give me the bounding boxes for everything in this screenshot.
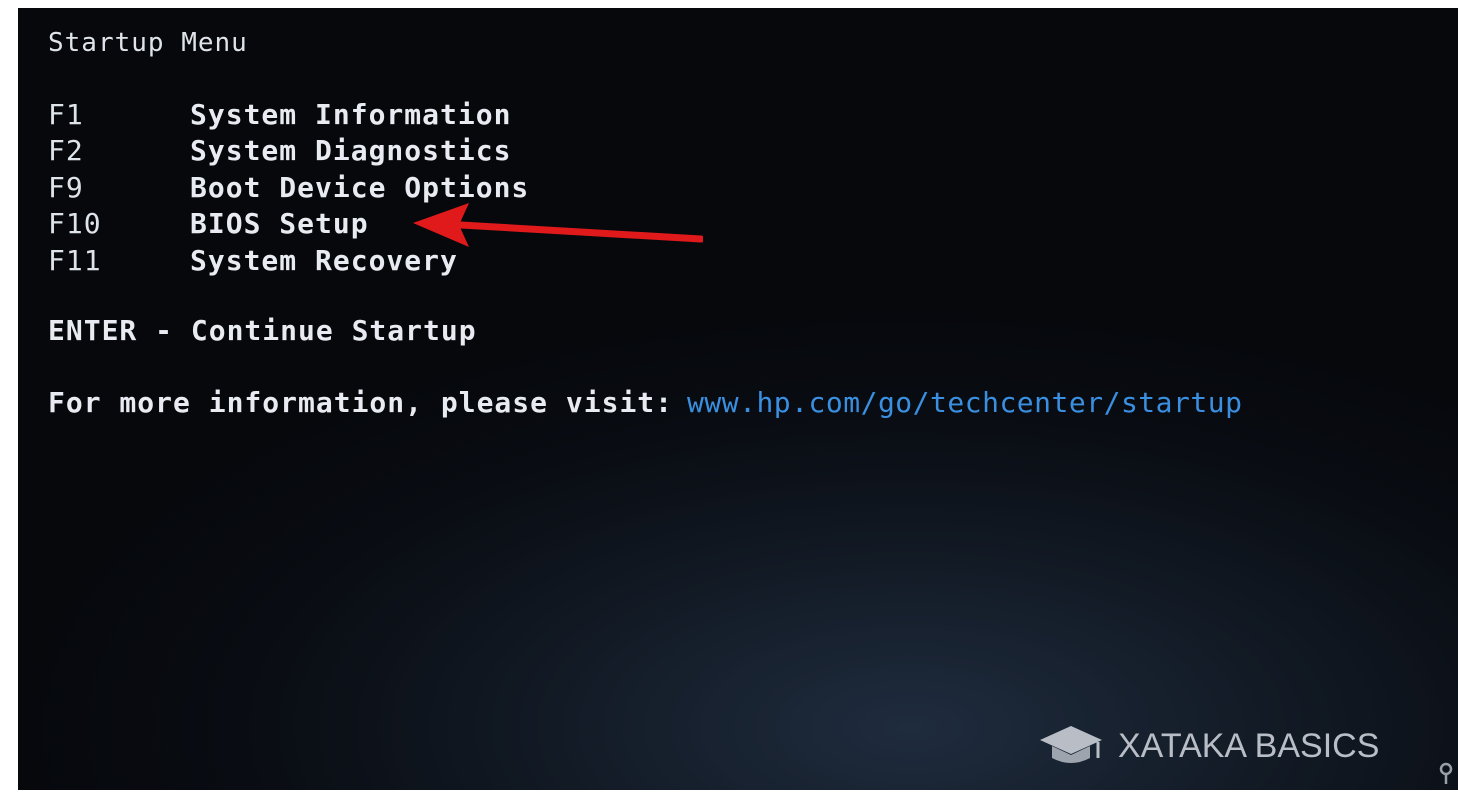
bios-screen-photo: Startup Menu F1 System Information F2 Sy…: [18, 8, 1458, 790]
info-link[interactable]: www.hp.com/go/techcenter/startup: [687, 386, 1242, 419]
menu-item-system-information[interactable]: F1 System Information: [48, 96, 529, 133]
menu-item-boot-device-options[interactable]: F9 Boot Device Options: [48, 169, 529, 206]
menu-item-key: F2: [48, 134, 84, 168]
red-arrow-icon: [413, 203, 703, 247]
startup-menu-screen: Startup Menu F1 System Information F2 Sy…: [18, 8, 1458, 790]
menu-item-label: System Information: [190, 97, 512, 131]
info-text: For more information, please visit:: [48, 386, 674, 419]
watermark-text: XATAKA BASICS: [1118, 726, 1380, 765]
pin-icon: [1439, 762, 1453, 784]
page-title: Startup Menu: [48, 28, 248, 58]
menu-item-key: F9: [48, 170, 84, 204]
menu-item-key: F11: [48, 243, 102, 277]
menu-item-label: Boot Device Options: [190, 170, 530, 204]
menu-item-label: BIOS Setup: [190, 207, 369, 241]
menu-item-label: System Diagnostics: [190, 134, 512, 168]
continue-startup-option[interactable]: ENTER - Continue Startup: [48, 314, 477, 347]
menu-item-system-diagnostics[interactable]: F2 System Diagnostics: [48, 133, 529, 170]
graduation-cap-icon: [1040, 726, 1102, 763]
xataka-basics-watermark: XATAKA BASICS: [1038, 724, 1379, 768]
info-line: For more information, please visit: www.h…: [48, 386, 1242, 419]
menu-item-key: F10: [48, 207, 102, 241]
menu-item-key: F1: [48, 97, 84, 131]
